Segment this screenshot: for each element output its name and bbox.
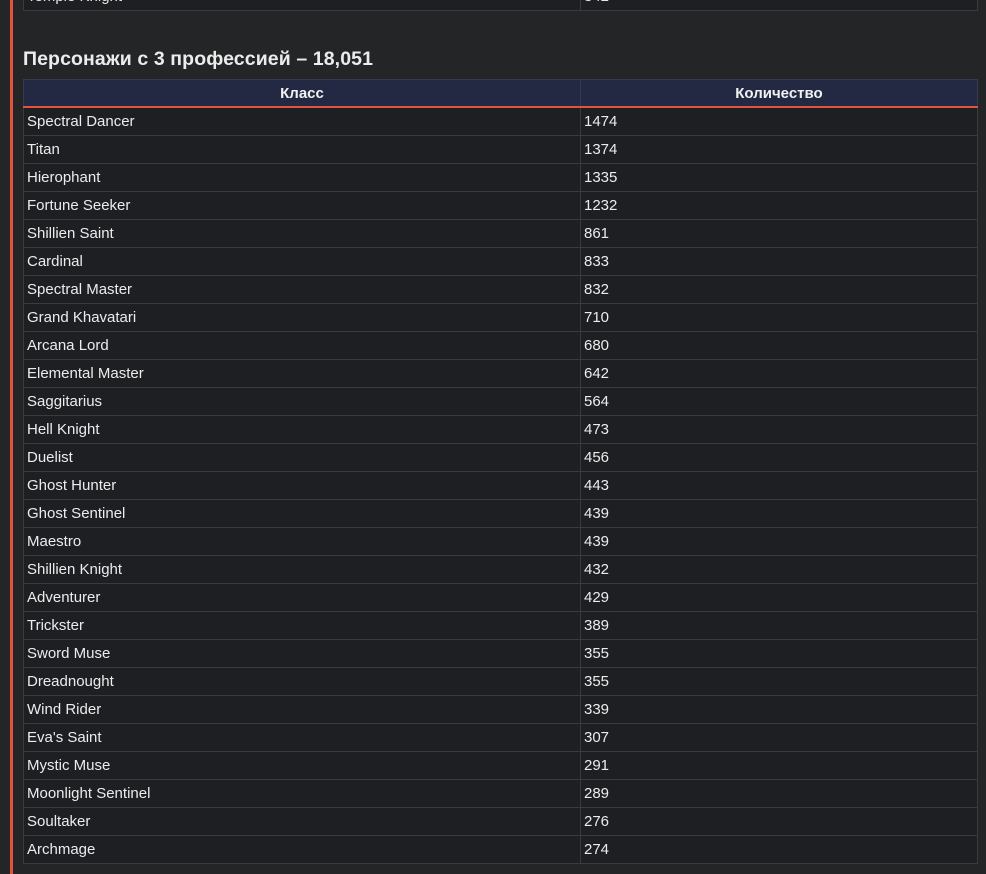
table-row: Dreadnought 355 [23, 667, 978, 696]
class-cell: Ghost Hunter [23, 471, 581, 500]
count-cell: 274 [580, 835, 978, 864]
column-header-count[interactable]: Количество [580, 79, 978, 108]
page: Temple Knight 842 Персонажи с 3 професси… [0, 0, 986, 874]
table-body: Spectral Dancer 1474 Titan 1374 Hierophant 13… [23, 106, 978, 864]
table-row: Saggitarius 564 [23, 387, 978, 416]
count-cell: 432 [580, 555, 978, 584]
section-accent-bar [10, 0, 13, 874]
count-cell: 276 [580, 807, 978, 836]
class-cell: Sword Muse [23, 639, 581, 668]
count-cell: 710 [580, 303, 978, 332]
class-cell: Duelist [23, 443, 581, 472]
count-cell: 473 [580, 415, 978, 444]
class-cell: Saggitarius [23, 387, 581, 416]
class-cell: Titan [23, 135, 581, 164]
class-cell: Grand Khavatari [23, 303, 581, 332]
count-cell: 1232 [580, 191, 978, 220]
table-row: Shillien Knight 432 [23, 555, 978, 584]
table-row: Maestro 439 [23, 527, 978, 556]
count-cell: 439 [580, 527, 978, 556]
table-row: Hierophant 1335 [23, 163, 978, 192]
table-row: Trickster 389 [23, 611, 978, 640]
class-cell: Ghost Sentinel [23, 499, 581, 528]
table-row: Archmage 274 [23, 835, 978, 864]
class-cell: Trickster [23, 611, 581, 640]
class-cell: Elemental Master [23, 359, 581, 388]
class-cell: Arcana Lord [23, 331, 581, 360]
class-cell: Fortune Seeker [23, 191, 581, 220]
count-cell: 1374 [580, 135, 978, 164]
count-cell: 429 [580, 583, 978, 612]
table-row: Elemental Master 642 [23, 359, 978, 388]
section-title: Персонажи с 3 профессией – 18,051 [23, 48, 374, 70]
count-cell: 439 [580, 499, 978, 528]
table-row: Wind Rider 339 [23, 695, 978, 724]
table-row: Fortune Seeker 1232 [23, 191, 978, 220]
table-row: Ghost Hunter 443 [23, 471, 978, 500]
table-row: Mystic Muse 291 [23, 751, 978, 780]
class-cell: Wind Rider [23, 695, 581, 724]
count-cell: 355 [580, 667, 978, 696]
table-row: Moonlight Sentinel 289 [23, 779, 978, 808]
count-cell: 832 [580, 275, 978, 304]
class-cell: Spectral Dancer [23, 106, 581, 136]
table-row: Eva's Saint 307 [23, 723, 978, 752]
count-cell: 389 [580, 611, 978, 640]
count-cell: 307 [580, 723, 978, 752]
table-row: Grand Khavatari 710 [23, 303, 978, 332]
class-cell: Archmage [23, 835, 581, 864]
content: Temple Knight 842 Персонажи с 3 професси… [23, 0, 978, 864]
class-cell: Spectral Master [23, 275, 581, 304]
table-row: Cardinal 833 [23, 247, 978, 276]
table-row: Ghost Sentinel 439 [23, 499, 978, 528]
table-row: Duelist 456 [23, 443, 978, 472]
table-row: Spectral Dancer 1474 [23, 106, 978, 136]
class-cell: Temple Knight [23, 0, 581, 11]
count-cell: 339 [580, 695, 978, 724]
table-row: Sword Muse 355 [23, 639, 978, 668]
count-cell: 842 [580, 0, 978, 11]
class-cell: Adventurer [23, 583, 581, 612]
class-cell: Cardinal [23, 247, 581, 276]
class-cell: Hierophant [23, 163, 581, 192]
class-cell: Hell Knight [23, 415, 581, 444]
class-cell: Eva's Saint [23, 723, 581, 752]
class-cell: Shillien Knight [23, 555, 581, 584]
count-cell: 443 [580, 471, 978, 500]
table-row: Spectral Master 832 [23, 275, 978, 304]
class-cell: Maestro [23, 527, 581, 556]
count-cell: 291 [580, 751, 978, 780]
count-cell: 289 [580, 779, 978, 808]
table-row: Shillien Saint 861 [23, 219, 978, 248]
count-cell: 564 [580, 387, 978, 416]
table-row: Adventurer 429 [23, 583, 978, 612]
count-cell: 680 [580, 331, 978, 360]
previous-class-table: Temple Knight 842 [23, 0, 978, 11]
class-cell: Soultaker [23, 807, 581, 836]
table-row: Arcana Lord 680 [23, 331, 978, 360]
table-row: Titan 1374 [23, 135, 978, 164]
class-cell: Dreadnought [23, 667, 581, 696]
class-cell: Moonlight Sentinel [23, 779, 581, 808]
count-cell: 456 [580, 443, 978, 472]
table-row: Soultaker 276 [23, 807, 978, 836]
count-cell: 1335 [580, 163, 978, 192]
table-row: Temple Knight 842 [23, 0, 978, 11]
count-cell: 833 [580, 247, 978, 276]
count-cell: 861 [580, 219, 978, 248]
class-cell: Mystic Muse [23, 751, 581, 780]
class-cell: Shillien Saint [23, 219, 581, 248]
count-cell: 642 [580, 359, 978, 388]
table-row: Hell Knight 473 [23, 415, 978, 444]
count-cell: 355 [580, 639, 978, 668]
count-cell: 1474 [580, 106, 978, 136]
third-profession-table: Класс Количество Spectral Dancer 1474 Tita… [23, 79, 978, 864]
